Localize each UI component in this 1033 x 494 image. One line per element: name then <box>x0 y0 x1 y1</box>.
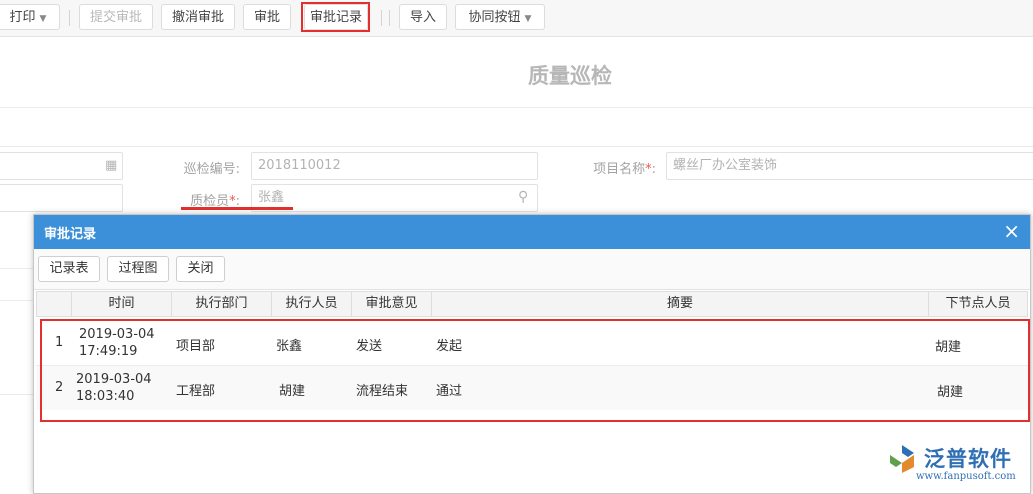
column-header-person[interactable]: 执行人员 <box>272 292 352 316</box>
colon: : <box>651 162 656 177</box>
record-table-button[interactable]: 记录表 <box>38 256 100 282</box>
search-icon[interactable]: ⚲ <box>518 189 528 205</box>
project-name-field[interactable]: 螺丝厂办公室装饰 <box>666 152 1033 180</box>
approval-record-dialog: 审批记录 × 记录表 过程图 关闭 时间 执行部门 执行人员 审批意见 摘要 下… <box>33 214 1031 494</box>
submit-approval-button[interactable]: 提交审批 <box>79 4 153 30</box>
inspection-no-value: 2018110012 <box>258 158 341 173</box>
toolbar-divider <box>381 10 382 26</box>
rows-highlight <box>40 319 1030 422</box>
approve-label: 审批 <box>253 10 280 25</box>
submit-approval-label: 提交审批 <box>89 10 142 25</box>
inspection-no-label: 巡检编号: <box>183 162 240 177</box>
toolbar: 打印 ▼ 提交审批 撤消审批 审批 审批记录 导入 协同按钮 ▼ <box>0 0 1033 37</box>
approval-record-highlight <box>301 2 370 32</box>
column-header-opinion[interactable]: 审批意见 <box>352 292 432 316</box>
divider <box>0 268 33 269</box>
inspector-underline <box>181 207 293 210</box>
divider <box>0 300 33 301</box>
inspector-field[interactable]: 张鑫 <box>251 184 538 212</box>
dialog-title: 审批记录 <box>44 227 97 242</box>
process-chart-button[interactable]: 过程图 <box>107 256 169 282</box>
chevron-down-icon: ▼ <box>524 14 532 24</box>
dialog-header: 审批记录 × <box>34 215 1030 249</box>
project-name-value: 螺丝厂办公室装饰 <box>673 158 778 173</box>
page-title: 质量巡检 <box>528 64 612 88</box>
brand-logo-icon <box>890 445 914 473</box>
divider <box>0 107 1033 108</box>
print-button[interactable]: 打印 ▼ <box>0 4 60 30</box>
project-name-label: 项目名称*: <box>566 158 656 177</box>
cancel-approval-button[interactable]: 撤消审批 <box>161 4 235 30</box>
collab-label: 协同按钮 <box>468 10 521 25</box>
import-button[interactable]: 导入 <box>399 4 447 30</box>
collab-button[interactable]: 协同按钮 ▼ <box>455 4 545 30</box>
calendar-icon: ▦ <box>105 158 118 173</box>
column-header-time[interactable]: 时间 <box>72 292 172 316</box>
brand-logo: 泛普软件 www.fanpusoft.com <box>884 441 1024 489</box>
cancel-approval-label: 撤消审批 <box>171 10 224 25</box>
divider <box>0 146 1033 147</box>
inspection-no-field[interactable]: 2018110012 <box>251 152 538 180</box>
column-header-next[interactable]: 下节点人员 <box>929 292 1027 316</box>
toolbar-divider <box>389 10 390 26</box>
column-header-dept[interactable]: 执行部门 <box>172 292 272 316</box>
toolbar-divider <box>69 10 70 26</box>
brand-name: 泛普软件 <box>924 447 1012 471</box>
grid-header: 时间 执行部门 执行人员 审批意见 摘要 下节点人员 <box>36 291 1028 317</box>
column-header-summary[interactable]: 摘要 <box>432 292 929 316</box>
close-button[interactable]: 关闭 <box>176 256 225 282</box>
print-label: 打印 <box>9 10 36 25</box>
project-name-text: 项目名称 <box>593 162 646 177</box>
left-input[interactable] <box>0 184 123 212</box>
close-icon[interactable]: × <box>1003 220 1020 242</box>
column-header-index <box>37 292 72 316</box>
brand-url: www.fanpusoft.com <box>916 471 1016 482</box>
import-label: 导入 <box>409 10 436 25</box>
dialog-toolbar: 记录表 过程图 关闭 <box>34 249 1030 290</box>
chevron-down-icon: ▼ <box>39 14 47 24</box>
approve-button[interactable]: 审批 <box>243 4 291 30</box>
divider <box>0 394 33 395</box>
inspector-value: 张鑫 <box>258 190 285 205</box>
